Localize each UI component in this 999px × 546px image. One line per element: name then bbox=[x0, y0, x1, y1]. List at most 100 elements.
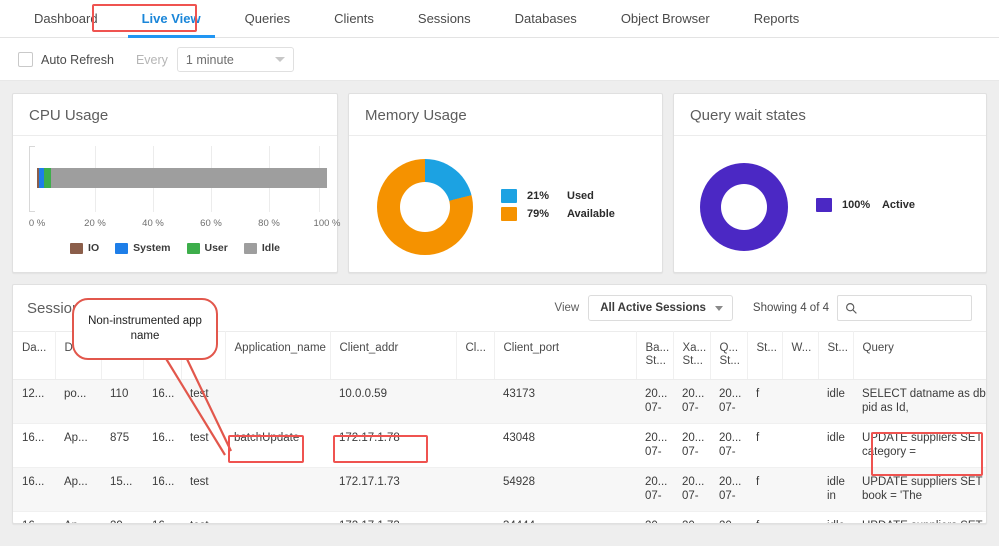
nav-tab-reports[interactable]: Reports bbox=[732, 0, 822, 38]
memory-usage-chart: 21% Used 79% Available bbox=[359, 144, 652, 269]
table-cell-state: idle bbox=[827, 388, 845, 400]
nav-tab-object-browser[interactable]: Object Browser bbox=[599, 0, 732, 38]
memory-usage-title: Memory Usage bbox=[349, 94, 662, 136]
nav-tab-live-view[interactable]: Live View bbox=[120, 0, 223, 38]
table-cell-c12: f bbox=[756, 476, 760, 488]
metric-cards-row: CPU Usage 0 % 20 % 40 % 60 % 80 % 100 % IO Sys… bbox=[0, 93, 999, 273]
table-cell-query_start: 20...07- bbox=[710, 512, 747, 523]
nav-tab-dashboard[interactable]: Dashboard bbox=[12, 0, 120, 38]
table-cell-app_name bbox=[225, 468, 330, 512]
nav-tab-list: Dashboard Live View Queries Clients Sess… bbox=[0, 0, 999, 38]
donut-legend-item: 100% Active bbox=[815, 197, 916, 212]
auto-refresh-label: Auto Refresh bbox=[41, 52, 114, 67]
table-cell-c4: test bbox=[190, 388, 209, 400]
legend-swatch bbox=[815, 197, 832, 212]
table-row[interactable]: 16...Ap...29...16...test172.17.1.7334444… bbox=[13, 512, 986, 524]
table-cell-c3: 16... bbox=[152, 388, 175, 400]
table-cell-c13 bbox=[782, 424, 818, 468]
table-cell-c4: test bbox=[190, 432, 209, 444]
cpu-legend-item: Idle bbox=[243, 242, 280, 254]
table-cell-c2: 15... bbox=[110, 476, 133, 488]
sessions-search[interactable] bbox=[837, 295, 972, 321]
sessions-toolbar: View All Active Sessions Showing 4 of 4 bbox=[554, 295, 972, 321]
legend-label: Idle bbox=[261, 242, 280, 254]
query-wait-states-card: Query wait states 100% Active bbox=[672, 93, 987, 273]
refresh-interval-select[interactable]: 1 minute bbox=[176, 47, 294, 72]
table-cell-c1: po... bbox=[64, 388, 87, 400]
table-cell-query_start: 20...07- bbox=[719, 388, 742, 414]
table-cell-c2: 29... bbox=[101, 512, 143, 523]
query-wait-states-title: Query wait states bbox=[673, 94, 986, 136]
nav-tab-queries[interactable]: Queries bbox=[223, 0, 313, 38]
view-select[interactable]: All Active Sessions bbox=[588, 295, 733, 321]
auto-refresh-checkbox[interactable] bbox=[18, 52, 33, 67]
table-column-header[interactable]: Q... St... bbox=[710, 331, 748, 380]
query-wait-donut bbox=[699, 162, 788, 251]
legend-percent: 79% bbox=[527, 207, 550, 220]
nav-tab-clients[interactable]: Clients bbox=[312, 0, 396, 38]
table-column-header[interactable]: Da... bbox=[13, 331, 56, 380]
table-column-header[interactable]: St... bbox=[747, 331, 783, 380]
query-wait-chart: 100% Active bbox=[684, 144, 976, 269]
table-column-header[interactable]: Client_addr bbox=[330, 331, 457, 380]
table-cell-client_port: 43173 bbox=[503, 388, 535, 400]
table-row[interactable]: 16... Ap... 875 16... test batchUpdate 172.17.… bbox=[13, 424, 986, 468]
table-cell-client_addr: 172.17.1.73 bbox=[330, 512, 456, 523]
table-column-header[interactable]: Cl... bbox=[456, 331, 495, 380]
chevron-down-icon bbox=[274, 57, 285, 62]
table-column-header[interactable]: W... bbox=[782, 331, 819, 380]
donut-legend-item: 21% Used bbox=[501, 188, 615, 203]
table-cell-c7 bbox=[456, 424, 494, 468]
legend-label: IO bbox=[88, 242, 100, 254]
table-cell-c7 bbox=[456, 512, 494, 524]
table-cell-backend_start: 20...07- bbox=[645, 432, 668, 458]
table-column-header[interactable]: Client_port bbox=[494, 331, 637, 380]
table-cell-state: idle bbox=[827, 432, 845, 444]
table-cell-c0: 12... bbox=[22, 388, 45, 400]
cpu-xtick: 60 % bbox=[200, 218, 222, 229]
table-cell-client_port: 54928 bbox=[503, 476, 535, 488]
annotation-callout: Non-instrumented app name bbox=[72, 298, 218, 360]
table-cell-c2: 875 bbox=[110, 432, 130, 444]
table-cell-app_name bbox=[225, 380, 330, 424]
table-column-header[interactable]: St... bbox=[818, 331, 854, 380]
query-wait-legend: 100% Active bbox=[815, 197, 916, 216]
table-row[interactable]: 16... Ap... 15... 16... test 172.17.1.73 54928… bbox=[13, 467, 986, 512]
table-cell-query: UPDATE suppliers SET category = bbox=[862, 432, 983, 458]
table-column-header[interactable]: Xa... St... bbox=[673, 331, 711, 380]
search-icon bbox=[846, 302, 857, 314]
table-cell-app_name bbox=[225, 512, 330, 524]
legend-percent: 21% bbox=[527, 189, 550, 202]
table-cell-c3: 16... bbox=[143, 512, 181, 523]
table-column-header[interactable]: Ba... St... bbox=[636, 331, 674, 380]
legend-swatch bbox=[115, 242, 129, 254]
table-cell-c4: test bbox=[190, 476, 209, 488]
legend-percent: 100% bbox=[841, 198, 871, 211]
auto-refresh-bar: Auto Refresh Every 1 minute bbox=[0, 39, 999, 81]
top-navbar: Dashboard Live View Queries Clients Sess… bbox=[0, 0, 999, 38]
table-cell-c4: test bbox=[181, 512, 225, 523]
view-label: View bbox=[554, 302, 580, 314]
table-column-header[interactable]: Query bbox=[853, 331, 986, 380]
table-cell-xact_start: 20...07- bbox=[682, 476, 705, 502]
cpu-legend-item: System bbox=[115, 242, 171, 254]
legend-label: Active bbox=[881, 198, 916, 211]
table-cell-backend_start: 20...07- bbox=[645, 388, 668, 414]
nav-tab-sessions[interactable]: Sessions bbox=[396, 0, 493, 38]
legend-label: Available bbox=[567, 207, 615, 220]
cpu-legend-item: IO bbox=[70, 242, 99, 254]
nav-tab-databases[interactable]: Databases bbox=[493, 0, 599, 38]
sessions-table-body: 12... po... 110 16... test 10.0.0.59 43173 20..… bbox=[13, 379, 986, 524]
table-cell-xact_start: 20...07- bbox=[682, 388, 705, 414]
table-cell-c0: 16... bbox=[22, 476, 45, 488]
table-column-header[interactable]: Application_name bbox=[225, 331, 331, 380]
table-cell-query: UPDATE suppliers SET book = 'The bbox=[862, 476, 983, 502]
table-cell-c1: Ap... bbox=[64, 476, 88, 488]
table-row[interactable]: 12... po... 110 16... test 10.0.0.59 43173 20..… bbox=[13, 379, 986, 424]
table-cell-c13 bbox=[782, 468, 818, 512]
view-select-value: All Active Sessions bbox=[600, 302, 706, 314]
donut-legend-item: 79% Available bbox=[501, 206, 615, 221]
legend-swatch bbox=[501, 206, 517, 221]
annotation-callout-text: Non-instrumented app name bbox=[88, 315, 202, 342]
table-cell-c13 bbox=[782, 380, 818, 424]
